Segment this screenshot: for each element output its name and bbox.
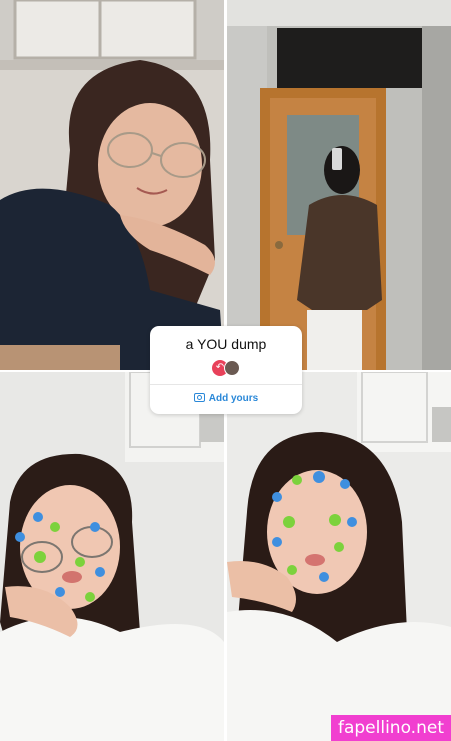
sticker-title: a YOU dump [185, 336, 267, 352]
photo-top-right [227, 0, 451, 370]
sticker-divider [150, 384, 302, 385]
avatar [224, 360, 240, 376]
photo-bottom-right [227, 372, 451, 741]
watermark: fapellino.net [331, 715, 451, 741]
add-yours-button[interactable]: Add yours [150, 393, 302, 404]
photo-bottom-left [0, 372, 224, 741]
add-yours-label: Add yours [208, 393, 259, 404]
sticker-avatars: ↶ [212, 360, 242, 376]
camera-icon [193, 393, 205, 402]
photo-top-left [0, 0, 224, 370]
story-collage: a YOU dump ↶ Add yours fapellino.net [0, 0, 451, 741]
add-yours-sticker[interactable]: a YOU dump ↶ Add yours [150, 326, 302, 414]
